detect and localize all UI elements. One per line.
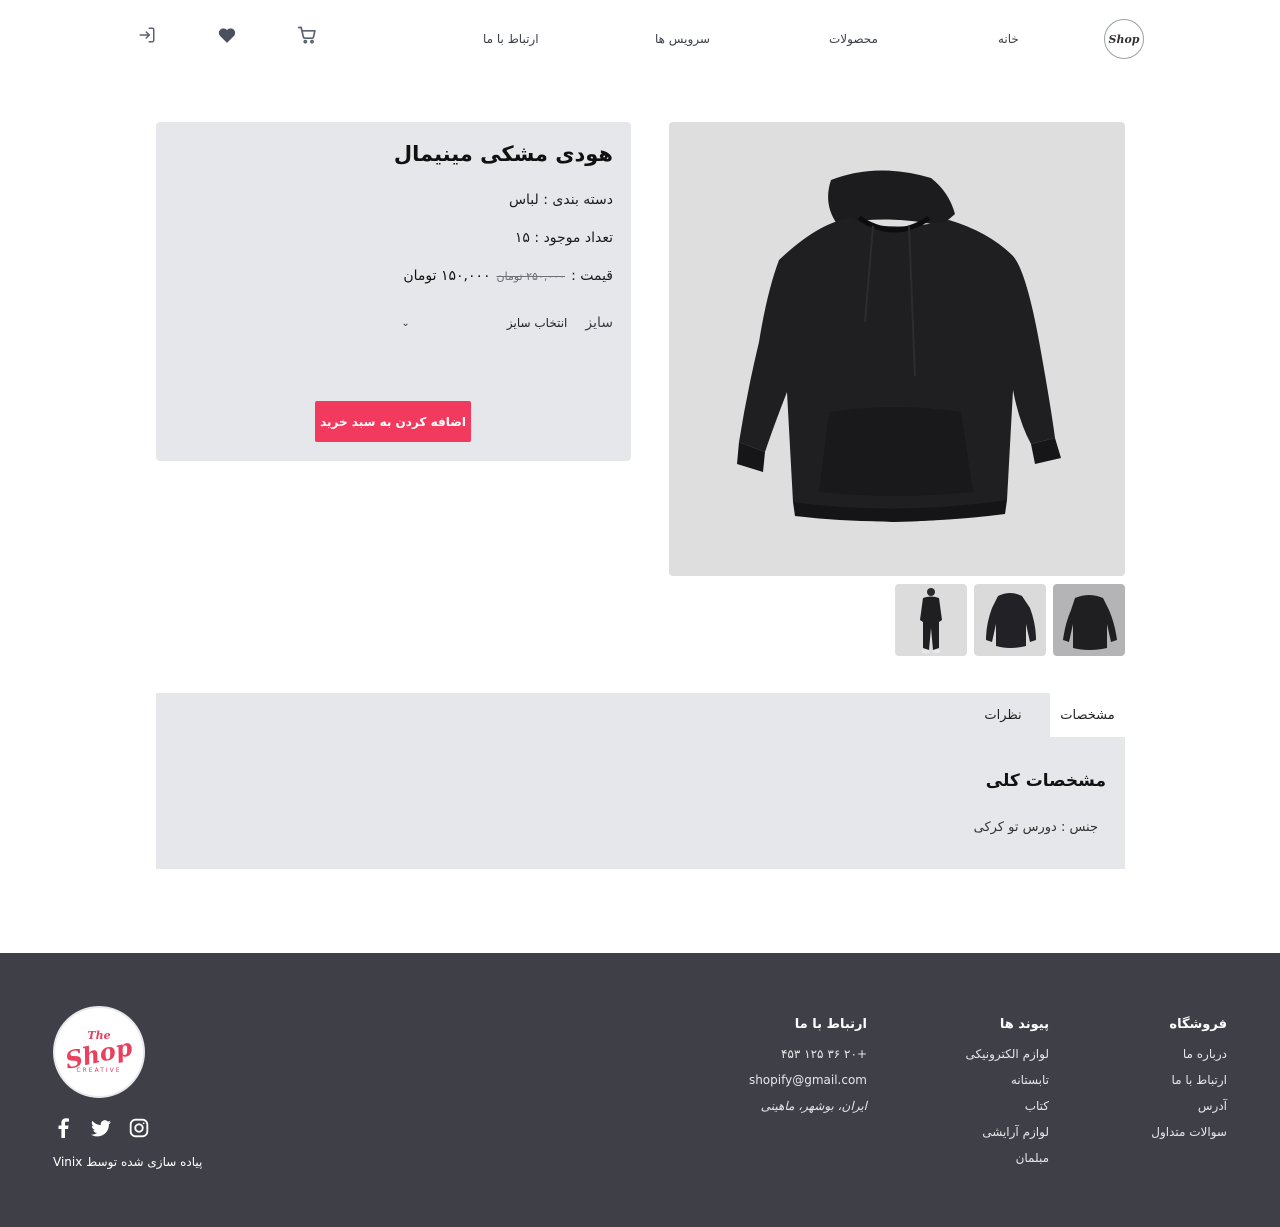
footer-links-title: پیوند ها — [999, 1017, 1049, 1032]
nav-services[interactable]: سرویس ها — [655, 32, 710, 46]
footer-email[interactable]: shopify@gmail.com — [749, 1072, 867, 1089]
size-row: سایز انتخاب سایز ⌄ — [397, 312, 613, 334]
product-info-card: هودی مشکی مینیمال دسته بندی : لباس تعداد… — [156, 122, 631, 461]
tab-specs[interactable]: مشخصات — [1050, 693, 1125, 737]
footer-store-title: فروشگاه — [1169, 1017, 1227, 1032]
product-stock: تعداد موجود : ۱۵ — [514, 230, 613, 246]
size-label: سایز — [585, 315, 613, 331]
footer-link-faq[interactable]: سوالات متداول — [1151, 1124, 1227, 1141]
hoodie-thumb-front — [1063, 595, 1117, 650]
footer-address: ایران، بوشهر، ماهینی — [760, 1099, 867, 1113]
footer-credit: پیاده سازی شده توسط Vinix — [53, 1155, 203, 1169]
nav-contact[interactable]: ارتباط با ما — [483, 32, 539, 46]
heart-icon[interactable] — [216, 24, 238, 46]
footer-store-column: فروشگاه درباره ما ارتباط با ما آدرس سوال… — [1151, 1017, 1227, 1150]
facebook-icon[interactable] — [52, 1117, 74, 1139]
old-price: ۲۵۰,۰۰۰ تومان — [496, 269, 566, 283]
product-category: دسته بندی : لباس — [508, 192, 613, 208]
product-price: قیمت : ۲۵۰,۰۰۰ تومان ۱۵۰,۰۰۰ تومان — [403, 268, 613, 284]
chevron-down-icon: ⌄ — [401, 317, 410, 329]
instagram-icon[interactable] — [128, 1117, 150, 1139]
thumbnail-2[interactable] — [974, 584, 1046, 656]
login-icon[interactable] — [136, 24, 158, 46]
product-tabs: مشخصات نظرات مشخصات کلی جنس : دورس تو کر… — [156, 693, 1125, 869]
size-select[interactable]: انتخاب سایز ⌄ — [397, 312, 567, 334]
site-header: Shop خانه محصولات سرویس ها ارتباط با ما — [0, 0, 1280, 80]
footer-phone[interactable]: +۲۰ ۳۶ ۱۲۵ ۴۵۳ — [749, 1046, 867, 1063]
spec-heading: مشخصات کلی — [985, 771, 1106, 791]
footer-link-contact[interactable]: ارتباط با ما — [1151, 1072, 1227, 1089]
cart-icon[interactable] — [296, 24, 318, 46]
tab-comments[interactable]: نظرات — [973, 693, 1033, 737]
spec-material: جنس : دورس تو کرکی — [973, 820, 1098, 835]
price-label: قیمت : — [571, 268, 613, 284]
size-placeholder: انتخاب سایز — [506, 316, 568, 330]
footer-link-furniture[interactable]: مبلمان — [966, 1150, 1049, 1167]
footer-link-electronics[interactable]: لوازم الکترونیکی — [966, 1046, 1049, 1063]
footer-link-summer[interactable]: تابستانه — [966, 1072, 1049, 1089]
footer-link-cosmetics[interactable]: لوازم آرایشی — [966, 1124, 1049, 1141]
twitter-icon[interactable] — [90, 1117, 112, 1139]
nav-products[interactable]: محصولات — [829, 32, 878, 46]
thumbnail-1[interactable] — [1053, 584, 1125, 656]
model-thumb — [920, 588, 942, 653]
thumbnail-3[interactable] — [895, 584, 967, 656]
add-to-cart-button[interactable]: اضافه کردن به سبد خرید — [315, 401, 471, 442]
footer-link-about[interactable]: درباره ما — [1151, 1046, 1227, 1063]
hoodie-image — [737, 170, 1061, 522]
nav-home[interactable]: خانه — [998, 32, 1019, 46]
hoodie-thumb-back — [986, 593, 1036, 648]
header-logo[interactable]: Shop — [1104, 19, 1144, 59]
footer-logo[interactable]: The Shop CREATIVE — [53, 1006, 145, 1098]
footer-link-address[interactable]: آدرس — [1151, 1098, 1227, 1115]
footer-links-column: پیوند ها لوازم الکترونیکی تابستانه کتاب … — [966, 1017, 1049, 1176]
logo-text: Shop — [1108, 32, 1140, 46]
footer-logo-line2: Shop — [62, 1032, 135, 1075]
footer-contact-column: ارتباط با ما +۲۰ ۳۶ ۱۲۵ ۴۵۳ shopify@gmai… — [749, 1017, 867, 1124]
new-price: ۱۵۰,۰۰۰ تومان — [403, 268, 491, 284]
site-footer: فروشگاه درباره ما ارتباط با ما آدرس سوال… — [0, 953, 1280, 1227]
product-title: هودی مشکی مینیمال — [393, 142, 613, 166]
footer-contact-title: ارتباط با ما — [794, 1017, 867, 1032]
product-main-image[interactable] — [669, 122, 1125, 576]
footer-link-books[interactable]: کتاب — [966, 1098, 1049, 1115]
